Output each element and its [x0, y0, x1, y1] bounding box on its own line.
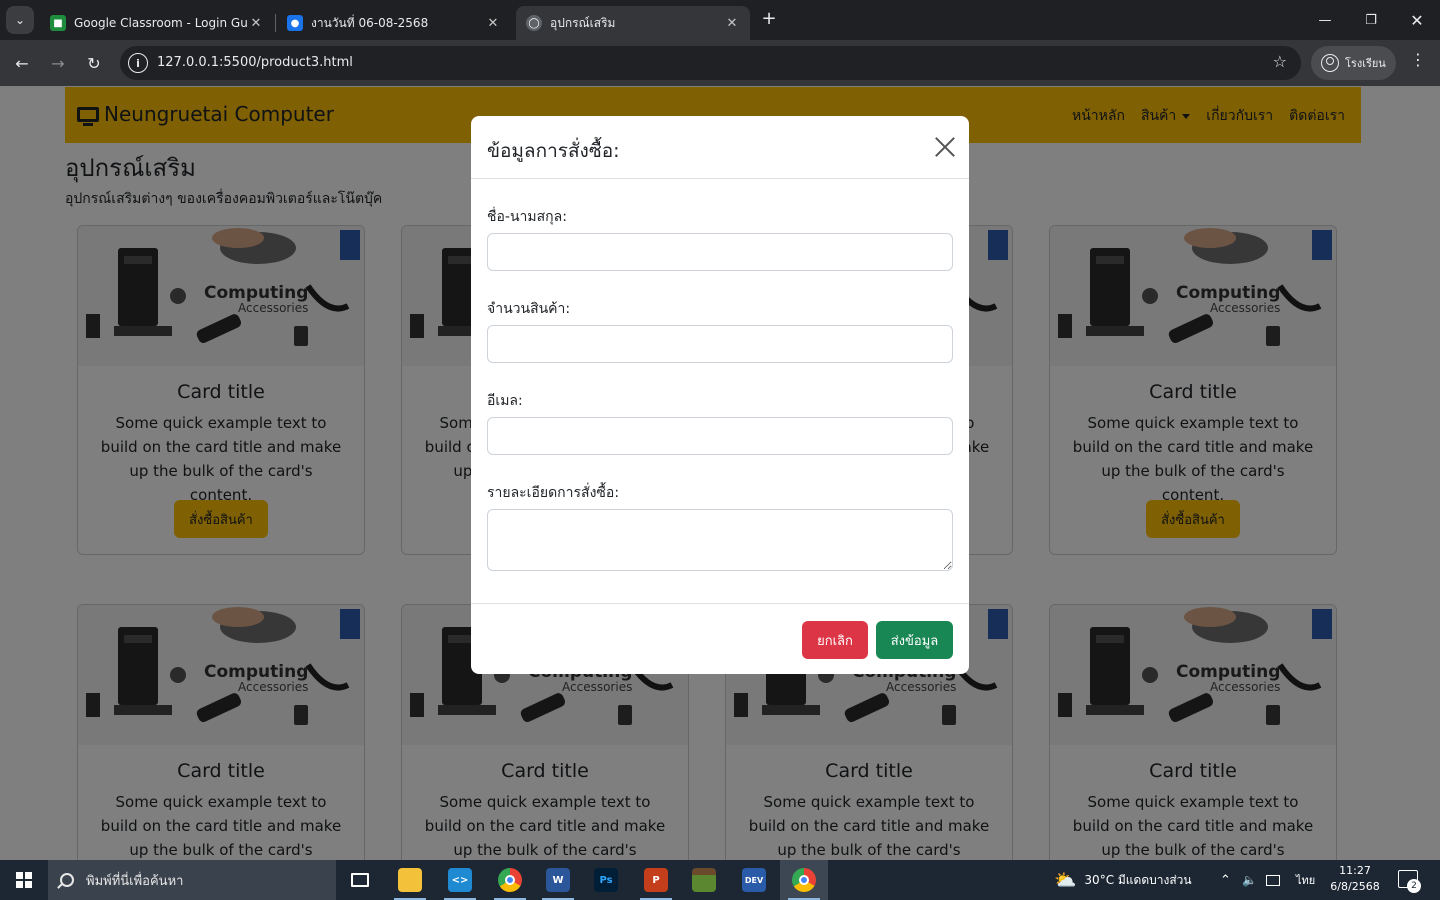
google-classroom-icon: ■ [50, 15, 66, 31]
clock-time: 11:27 [1339, 864, 1371, 877]
close-icon[interactable] [934, 136, 956, 158]
cancel-button[interactable]: ยกเลิก [802, 621, 868, 659]
new-tab-button[interactable]: + [758, 8, 780, 30]
browser-menu-button[interactable]: ⋮ [1406, 50, 1430, 76]
weather-text: 30°C มีแดดบางส่วน [1084, 872, 1192, 887]
globe-icon: ◯ [526, 15, 542, 31]
email-field[interactable] [487, 417, 953, 455]
clock-date: 6/8/2568 [1330, 880, 1380, 893]
browser-tab-active[interactable]: ◯ อุปกรณ์เสริม ✕ [516, 6, 750, 40]
chevron-down-icon: ⌄ [14, 13, 26, 27]
close-tab-icon[interactable]: ✕ [724, 16, 740, 31]
devcpp-icon: DEV [742, 868, 766, 892]
order-modal: ข้อมูลการสั่งซื้อ: ชื่อ-นามสกุล: จำนวนสิ… [471, 116, 969, 674]
vscode-icon: <> [448, 868, 472, 892]
reload-icon: ↻ [87, 53, 101, 73]
tab-search-button[interactable]: ⌄ [6, 6, 34, 34]
arrow-right-icon: → [51, 53, 65, 73]
network-icon [1266, 874, 1280, 886]
windows-logo-icon [16, 872, 32, 888]
quantity-field[interactable] [487, 325, 953, 363]
taskbar-search-placeholder: พิมพ์ที่นี่เพื่อค้นหา [86, 873, 184, 889]
task-view-button[interactable] [336, 860, 384, 900]
network-button[interactable] [1266, 860, 1280, 900]
reload-button[interactable]: ↻ [80, 49, 108, 77]
profile-label: โรงเรียน [1345, 57, 1386, 70]
modal-header: ข้อมูลการสั่งซื้อ: [471, 116, 969, 179]
browser-tab[interactable]: ● งานวันที่ 06-08-2568 ✕ [277, 6, 511, 40]
weather-widget[interactable]: ⛅ 30°C มีแดดบางส่วน [1054, 860, 1192, 900]
address-bar[interactable]: i 127.0.0.1:5500/product3.html ☆ [120, 46, 1301, 80]
forward-button[interactable]: → [44, 49, 72, 77]
minimize-icon: — [1318, 12, 1332, 28]
order-details-label: รายละเอียดการสั่งซื้อ: [487, 485, 620, 501]
windows-taskbar: พิมพ์ที่นี่เพื่อค้นหา <> W Ps P DEV ⛅ 30… [0, 860, 1440, 900]
browser-toolbar: ← → ↻ i 127.0.0.1:5500/product3.html ☆ โ… [0, 40, 1440, 86]
file-explorer-icon [398, 868, 422, 892]
search-icon [60, 873, 74, 887]
profile-button[interactable]: โรงเรียน [1311, 46, 1396, 80]
browser-tab-strip: ⌄ ■ Google Classroom - Login Guid ✕ ● งา… [0, 0, 1440, 40]
close-window-button[interactable]: ✕ [1394, 0, 1440, 40]
file-explorer-button[interactable] [386, 860, 434, 900]
tab-title: Google Classroom - Login Guid [74, 16, 248, 30]
back-button[interactable]: ← [8, 49, 36, 77]
site-info-icon[interactable]: i [128, 53, 148, 73]
close-tab-icon[interactable]: ✕ [485, 16, 501, 31]
close-tab-icon[interactable]: ✕ [248, 16, 264, 31]
minimize-button[interactable]: — [1302, 0, 1348, 40]
devcpp-button[interactable]: DEV [730, 860, 778, 900]
word-button[interactable]: W [534, 860, 582, 900]
profile-icon [1321, 54, 1339, 72]
plus-icon: + [761, 8, 777, 29]
tab-title: งานวันที่ 06-08-2568 [311, 15, 429, 30]
restore-button[interactable]: ❐ [1348, 0, 1394, 40]
quantity-label: จำนวนสินค้า: [487, 301, 571, 317]
volume-button[interactable]: 🔈 [1242, 860, 1257, 900]
classroom-assignment-icon: ● [287, 15, 303, 31]
taskbar-clock[interactable]: 11:27 6/8/2568 [1326, 863, 1384, 895]
photoshop-button[interactable]: Ps [582, 860, 630, 900]
notification-count: 2 [1407, 879, 1421, 893]
powerpoint-icon: P [644, 868, 668, 892]
chrome-icon [498, 868, 522, 892]
restore-icon: ❐ [1365, 12, 1377, 28]
chevron-up-icon: ⌃ [1220, 872, 1231, 888]
chrome-profile-button[interactable] [780, 860, 828, 900]
minecraft-button[interactable] [680, 860, 728, 900]
minecraft-icon [692, 868, 716, 892]
tray-chevron[interactable]: ⌃ [1220, 860, 1231, 900]
chrome-profile-icon [792, 868, 816, 892]
vscode-button[interactable]: <> [436, 860, 484, 900]
start-button[interactable] [0, 860, 48, 900]
modal-footer: ยกเลิก ส่งข้อมูล [471, 603, 969, 674]
weather-icon: ⛅ [1054, 869, 1077, 891]
fullname-field[interactable] [487, 233, 953, 271]
language-indicator[interactable]: ไทย [1296, 860, 1315, 900]
more-vertical-icon: ⋮ [1410, 50, 1426, 69]
fullname-label: ชื่อ-นามสกุล: [487, 209, 567, 225]
taskbar-search-box[interactable]: พิมพ์ที่นี่เพื่อค้นหา [48, 860, 336, 900]
modal-title: ข้อมูลการสั่งซื้อ: [487, 140, 620, 162]
chrome-button[interactable] [486, 860, 534, 900]
url-text[interactable]: 127.0.0.1:5500/product3.html [157, 55, 353, 70]
submit-button[interactable]: ส่งข้อมูล [876, 621, 953, 659]
language-label: ไทย [1296, 874, 1316, 887]
tab-title: อุปกรณ์เสริม [550, 15, 616, 30]
arrow-left-icon: ← [15, 53, 29, 73]
order-details-field[interactable] [487, 509, 953, 571]
photoshop-icon: Ps [594, 868, 618, 892]
browser-tab[interactable]: ■ Google Classroom - Login Guid ✕ [40, 6, 274, 40]
page-viewport: Neungruetai Computer หน้าหลัก สินค้า เกี… [0, 86, 1440, 860]
word-icon: W [546, 868, 570, 892]
close-icon: ✕ [1410, 10, 1424, 30]
speaker-icon: 🔈 [1242, 873, 1257, 887]
powerpoint-button[interactable]: P [632, 860, 680, 900]
email-label: อีเมล: [487, 393, 523, 409]
task-view-icon [351, 873, 369, 887]
bookmark-star-icon[interactable]: ☆ [1273, 52, 1287, 71]
